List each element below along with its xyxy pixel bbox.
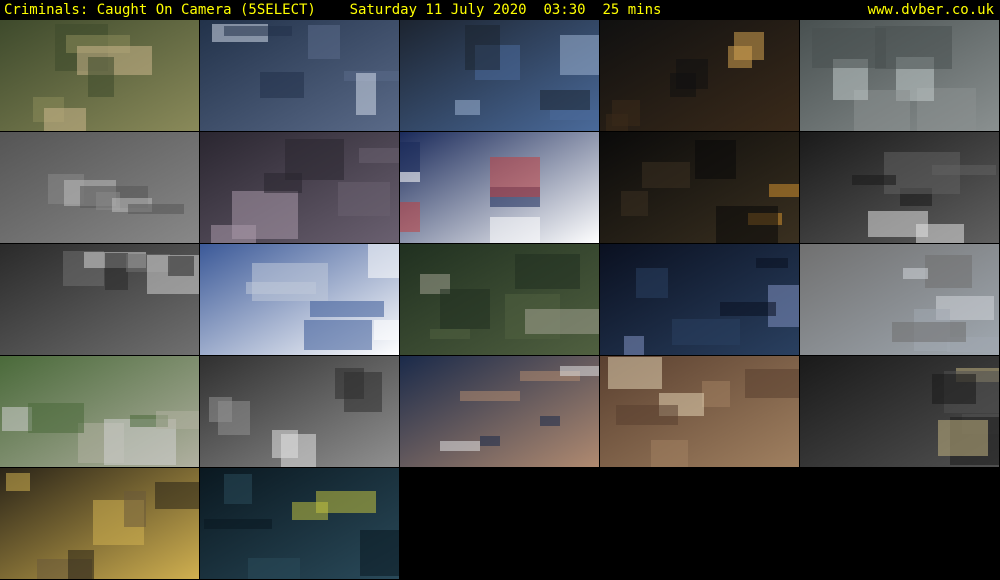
thumbnail[interactable] (800, 356, 999, 467)
thumbnail[interactable] (200, 468, 399, 579)
thumbnail[interactable] (0, 244, 199, 355)
thumbnail[interactable] (600, 356, 799, 467)
thumbnail-image (600, 20, 799, 131)
thumbnail-image (400, 132, 599, 243)
thumbnail-image (0, 20, 199, 131)
thumbnail[interactable] (600, 132, 799, 243)
thumbnail[interactable] (400, 132, 599, 243)
thumbnail-image (800, 356, 999, 467)
thumbnail[interactable] (200, 20, 399, 131)
thumbnail-image (200, 244, 399, 355)
header-bar: Criminals: Caught On Camera (5SELECT) Sa… (0, 0, 1000, 20)
thumbnail-image (800, 244, 999, 355)
thumbnail[interactable] (200, 356, 399, 467)
thumbnail-image (400, 244, 599, 355)
thumbnail[interactable] (0, 132, 199, 243)
thumbnail-image (400, 20, 599, 131)
thumbnail-image (600, 132, 799, 243)
thumbnail[interactable] (200, 244, 399, 355)
thumbnail[interactable] (0, 468, 199, 579)
thumbnail-image (600, 356, 799, 467)
thumbnail[interactable] (400, 20, 599, 131)
thumbnail[interactable] (400, 244, 599, 355)
thumbnail[interactable] (800, 20, 999, 131)
thumbnail[interactable] (0, 356, 199, 467)
thumbnail-image (0, 468, 199, 579)
thumbnail-image (0, 244, 199, 355)
thumbnail-image (400, 356, 599, 467)
thumbnail-image (200, 356, 399, 467)
thumbnail-image (200, 468, 399, 579)
thumbnail[interactable] (0, 20, 199, 131)
thumbnail[interactable] (800, 244, 999, 355)
page-title: Criminals: Caught On Camera (5SELECT) Sa… (4, 2, 662, 18)
thumbnail[interactable] (200, 132, 399, 243)
thumbnail-image (0, 356, 199, 467)
thumbnail-image (200, 20, 399, 131)
thumbnail-image (800, 20, 999, 131)
site-link[interactable]: www.dvber.co.uk (868, 0, 994, 20)
thumbnail[interactable] (600, 244, 799, 355)
thumbnail[interactable] (800, 132, 999, 243)
thumbnail[interactable] (600, 20, 799, 131)
thumbnail-image (600, 244, 799, 355)
thumbnail-image (0, 132, 199, 243)
thumbnail-image (800, 132, 999, 243)
thumbnail[interactable] (400, 356, 599, 467)
thumbnail-image (200, 132, 399, 243)
thumbnail-grid (0, 20, 1000, 580)
